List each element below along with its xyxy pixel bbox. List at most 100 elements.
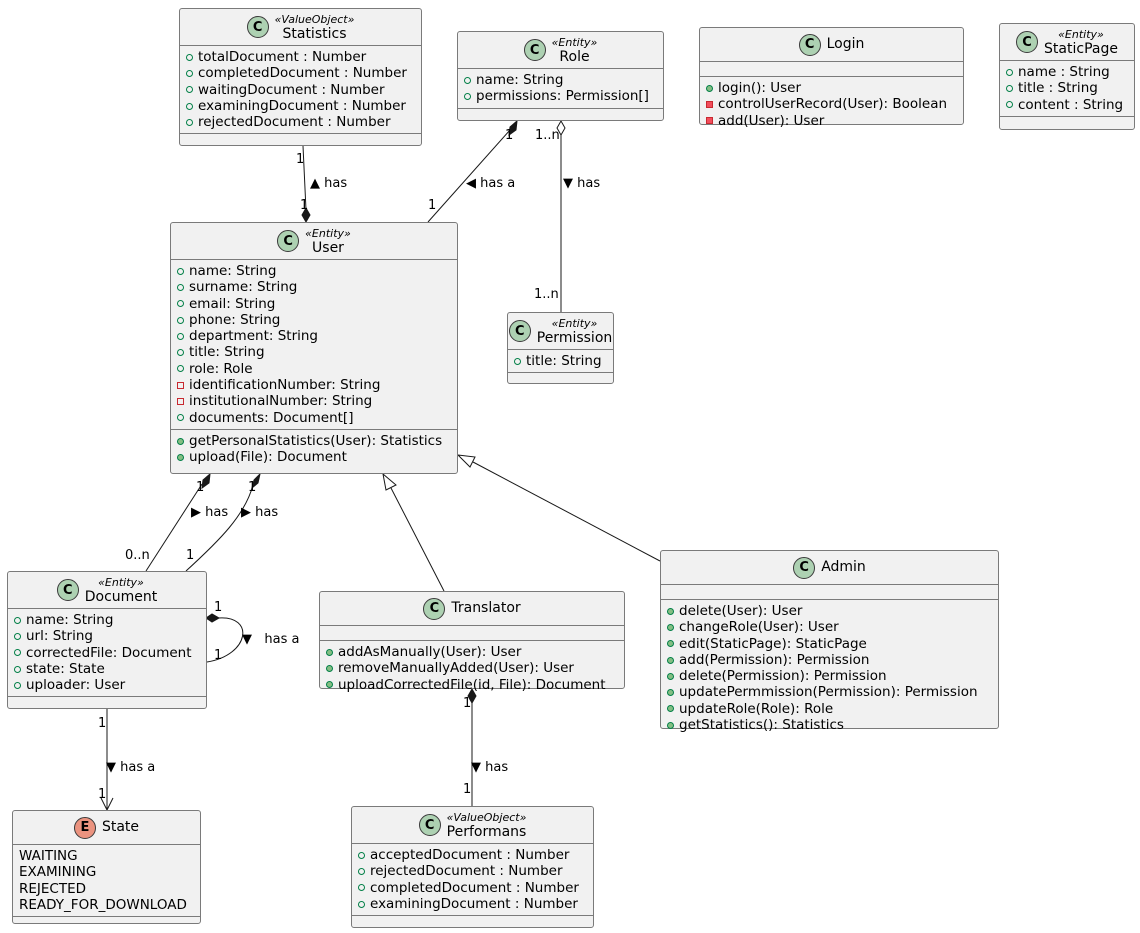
- class-login[interactable]: C Login login(): User controlUserRecord(Use…: [699, 27, 964, 129]
- class-name: StaticPage: [1044, 41, 1118, 57]
- class-stereotype: «ValueObject»: [446, 811, 527, 824]
- method-text: login(): User: [718, 80, 802, 96]
- field-text: title : String: [1018, 80, 1098, 97]
- public-visibility-icon: [358, 867, 365, 875]
- method-row: delete(Permission): Permission: [667, 668, 992, 684]
- method-text: delete(Permission): Permission: [679, 668, 887, 685]
- empty-section: [13, 917, 200, 931]
- public-visibility-icon: [667, 672, 674, 680]
- public-visibility-icon: [1006, 68, 1013, 76]
- field-row: acceptedDocument : Number: [358, 847, 587, 863]
- public-visibility-icon: [177, 300, 184, 308]
- methods-section: addAsManually(User): User removeManuallyA…: [320, 641, 624, 696]
- class-header: C «Entity» StaticPage: [1000, 24, 1134, 61]
- class-admin[interactable]: C Admin delete(User): User changeRole(User)…: [660, 550, 999, 733]
- public-visibility-icon: [358, 900, 365, 908]
- edge-user-document-b: [185, 484, 254, 572]
- class-title: Admin: [821, 560, 866, 575]
- methods-section: [458, 109, 663, 123]
- class-performans[interactable]: C «ValueObject» Performans acceptedDocument…: [351, 806, 594, 928]
- method-text: uploadCorrectedFile(id, File): Document: [338, 676, 606, 693]
- field-text: name : String: [1018, 64, 1110, 80]
- field-text: title: String: [526, 353, 602, 369]
- class-role[interactable]: C «Entity» Role name: String permissions: Pe…: [457, 31, 664, 121]
- direction-arrow: ▲: [310, 176, 320, 191]
- field-text: correctedFile: Document: [26, 644, 192, 661]
- mult-user: 1: [428, 198, 437, 213]
- class-user[interactable]: C «Entity» User name: String surname: String…: [170, 222, 458, 474]
- public-visibility-icon: [186, 53, 193, 61]
- class-statistics[interactable]: C «ValueObject» Statistics totalDocument : …: [179, 8, 422, 146]
- mult-user: 1: [300, 198, 309, 213]
- direction-arrow: ▼: [242, 632, 252, 647]
- field-row: completedDocument : Number: [186, 65, 415, 81]
- fields-section: [320, 626, 624, 641]
- direction-arrow: ◀: [466, 176, 476, 191]
- class-translator[interactable]: C Translator addAsManually(User): User remo…: [319, 591, 625, 693]
- composition-diamond: [205, 613, 221, 623]
- class-header: C Admin: [661, 551, 998, 585]
- mult-performans: 1: [463, 782, 472, 797]
- mult-statistics: 1: [296, 152, 305, 167]
- field-text: state: State: [26, 660, 105, 677]
- field-row: documents: Document[]: [177, 410, 451, 426]
- class-document[interactable]: C «Entity» Document name: String url: String…: [7, 571, 207, 709]
- enum-state[interactable]: E State WAITING EXAMINING REJECTED READY_FOR_…: [12, 810, 201, 924]
- public-visibility-icon: [667, 705, 674, 713]
- field-row: examiningDocument : Number: [358, 896, 587, 912]
- fields-section: [661, 585, 998, 600]
- class-name: Document: [84, 589, 158, 605]
- method-text: changeRole(User): User: [679, 619, 839, 636]
- class-name: Translator: [451, 600, 521, 616]
- class-title: «Entity» Document: [85, 575, 158, 605]
- class-staticpage[interactable]: C «Entity» StaticPage name : String title : …: [999, 23, 1135, 130]
- public-visibility-icon: [706, 84, 713, 92]
- field-row: identificationNumber: String: [177, 377, 451, 393]
- public-visibility-icon: [177, 365, 184, 373]
- direction-arrow: ▶: [241, 505, 251, 520]
- field-text: institutionalNumber: String: [189, 393, 373, 410]
- mult-permission: 1..n: [534, 287, 559, 302]
- relation-label: ◀ has a: [466, 176, 516, 191]
- field-row: content : String: [1006, 97, 1128, 113]
- class-title: «ValueObject» Performans: [447, 810, 527, 840]
- field-row: title: String: [514, 353, 607, 369]
- mult-user: 1: [248, 480, 257, 495]
- public-visibility-icon: [1006, 101, 1013, 109]
- field-text: title: String: [189, 344, 265, 361]
- class-badge-icon: C: [423, 597, 446, 620]
- public-visibility-icon: [186, 118, 193, 126]
- method-row: getPersonalStatistics(User): Statistics: [177, 433, 451, 449]
- public-visibility-icon: [667, 607, 674, 615]
- class-badge-icon: C: [508, 320, 531, 342]
- class-stereotype: «ValueObject»: [274, 13, 355, 26]
- field-text: name: String: [189, 263, 277, 279]
- mult-document: 1: [186, 548, 195, 563]
- field-row: email: String: [177, 296, 451, 312]
- relation-label: ▼ has a: [106, 760, 156, 775]
- private-visibility-icon: [177, 381, 184, 389]
- class-title: «ValueObject» Statistics: [275, 12, 355, 42]
- method-row: changeRole(User): User: [667, 619, 992, 635]
- field-row: correctedFile: Document: [14, 645, 200, 661]
- mult-role: 1..n: [535, 128, 560, 143]
- field-row: waitingDocument : Number: [186, 82, 415, 98]
- class-header: C Translator: [320, 592, 624, 626]
- inheritance-arrow: [382, 472, 397, 491]
- field-text: examiningDocument : Number: [198, 97, 406, 114]
- field-text: totalDocument : Number: [198, 49, 367, 65]
- class-name: Permission: [536, 330, 613, 346]
- public-visibility-icon: [667, 623, 674, 631]
- method-text: updatePermmission(Permission): Permissio…: [679, 684, 978, 701]
- field-text: waitingDocument : Number: [198, 81, 385, 98]
- method-text: edit(StaticPage): StaticPage: [679, 635, 867, 652]
- method-text: controlUserRecord(User): Boolean: [718, 96, 948, 113]
- edge-admin-user: [472, 461, 661, 562]
- public-visibility-icon: [326, 681, 333, 689]
- methods-section: [352, 916, 593, 930]
- class-permission[interactable]: C «Entity» Permission title: String: [507, 312, 614, 384]
- class-title: State: [102, 820, 139, 835]
- class-header: C «Entity» User: [171, 223, 457, 260]
- methods-section: delete(User): User changeRole(User): User…: [661, 600, 998, 736]
- field-row: url: String: [14, 628, 200, 644]
